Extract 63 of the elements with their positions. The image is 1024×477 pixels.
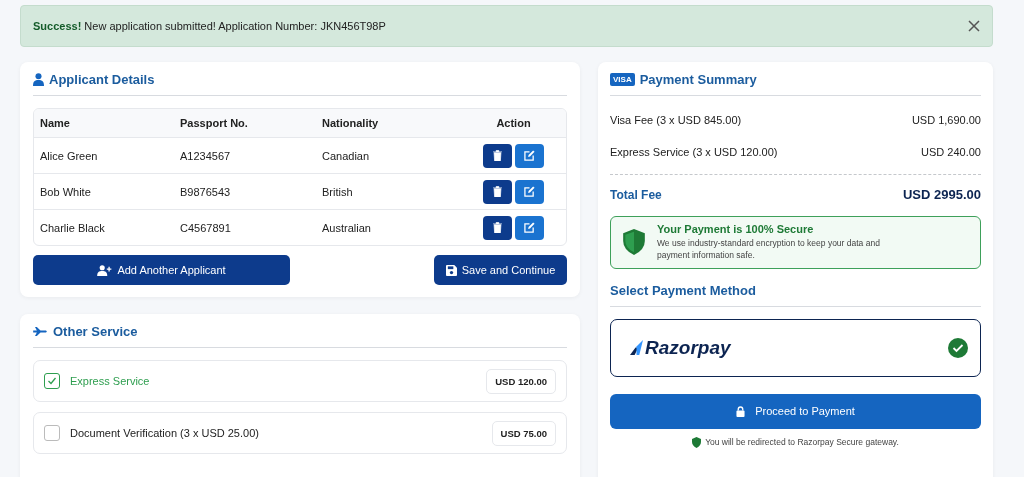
section-title: Select Payment Method <box>610 282 756 298</box>
section-title: Other Service <box>53 324 138 339</box>
edit-button[interactable] <box>515 143 544 168</box>
service-price: USD 120.00 <box>486 368 556 394</box>
person-icon <box>33 73 44 86</box>
section-title: Payment Summary <box>639 72 757 87</box>
edit-icon <box>524 150 535 161</box>
redirect-note: You will be redirected to Razorpay Secure gateway. <box>705 437 899 448</box>
table-cell-text: B9876543 <box>180 185 232 198</box>
total-label: Total Fee <box>610 187 662 202</box>
service-label: Document Verification (3 x USD 25.00) <box>70 427 259 439</box>
shield-icon <box>692 436 702 448</box>
edit-button[interactable] <box>515 215 544 240</box>
service-label: Express Service <box>70 375 150 387</box>
shield-icon <box>623 229 645 256</box>
payment-method-option[interactable]: Razorpay <box>610 318 981 377</box>
secure-text: We use industry-standard encryption to keep your data and payment information safe. <box>657 237 881 262</box>
proceed-payment-button[interactable]: Proceed to Payment <box>610 393 981 429</box>
column-header: Passport No. <box>180 117 249 129</box>
alert-message: Success! New application submitted! Application Number: JKN456T98P <box>33 20 386 32</box>
column-header: Name <box>40 117 71 129</box>
edit-icon <box>524 186 535 197</box>
edit-icon <box>524 222 535 233</box>
section-title: Applicant Details <box>49 72 155 87</box>
table-cell-text: C4567891 <box>180 221 232 234</box>
edit-button[interactable] <box>515 179 544 204</box>
service-option[interactable]: Express Service USD 120.00 <box>33 360 567 402</box>
total-amount: USD 2995.00 <box>902 187 981 202</box>
check-icon <box>948 337 968 358</box>
logo-mark-icon <box>630 340 643 356</box>
card-badge-icon: VISA <box>610 73 635 86</box>
table-cell-text: Canadian <box>322 149 371 162</box>
table-cell-text: A1234567 <box>180 149 232 162</box>
check-icon <box>47 376 57 386</box>
delete-button[interactable] <box>483 215 512 240</box>
close-icon[interactable] <box>968 20 980 32</box>
table-cell-text: Charlie Black <box>40 221 106 234</box>
add-applicant-button[interactable]: Add Another Applicant <box>33 255 290 285</box>
save-button[interactable]: Save and Continue <box>434 255 567 285</box>
fee-label: Visa Fee (3 x USD 845.00) <box>610 114 742 126</box>
fee-amount: USD 1,690.00 <box>911 114 981 126</box>
payment-method-name: Razorpay <box>645 336 731 359</box>
airplane-icon <box>33 326 48 337</box>
table-cell-text: Bob White <box>40 185 92 198</box>
trash-icon <box>493 222 502 233</box>
column-header: Nationality <box>322 117 380 129</box>
secure-title: Your Payment is 100% Secure <box>657 223 815 235</box>
trash-icon <box>493 150 502 161</box>
column-header: Action <box>495 117 532 129</box>
delete-button[interactable] <box>483 143 512 168</box>
table-cell-text: Australian <box>322 221 372 234</box>
delete-button[interactable] <box>483 179 512 204</box>
checkbox[interactable] <box>44 425 60 441</box>
lock-icon <box>736 405 746 417</box>
trash-icon <box>493 186 502 197</box>
checkbox[interactable] <box>44 373 60 389</box>
add-person-icon <box>97 264 113 276</box>
table-cell-text: Alice Green <box>40 149 99 162</box>
table-cell-text: British <box>322 185 354 198</box>
service-price: USD 75.00 <box>491 420 556 446</box>
service-option[interactable]: Document Verification (3 x USD 25.00) USD 75.00 <box>33 412 567 454</box>
fee-label: Express Service (3 x USD 120.00) <box>610 146 778 158</box>
fee-amount: USD 240.00 <box>921 146 981 158</box>
